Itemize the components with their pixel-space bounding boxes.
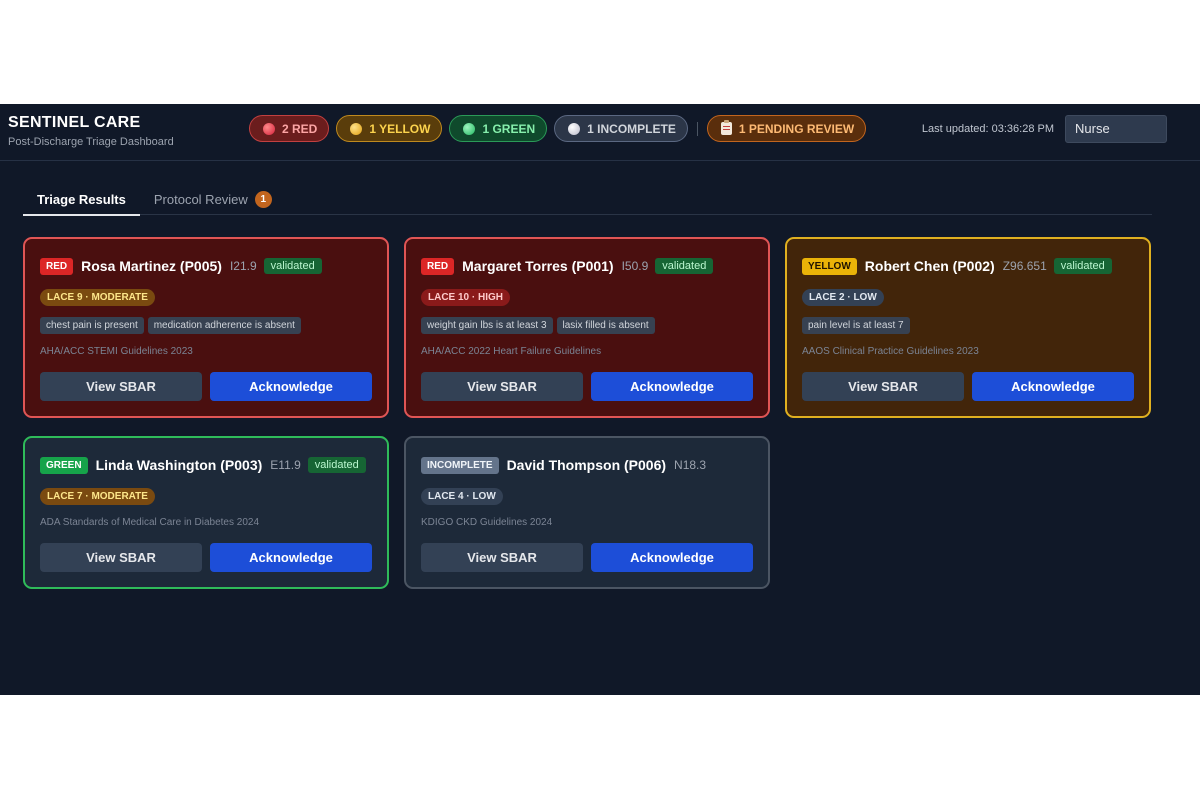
tab-triage-results[interactable]: Triage Results bbox=[23, 184, 140, 216]
flag-tag: chest pain is present bbox=[40, 317, 144, 334]
validation-badge: validated bbox=[307, 457, 366, 473]
patient-name: Margaret Torres (P001) bbox=[462, 258, 614, 274]
tab-bar: Triage Results Protocol Review 1 bbox=[23, 184, 1152, 216]
lace-score-badge: LACE 2 · LOW bbox=[802, 289, 884, 306]
guideline-source: AHA/ACC STEMI Guidelines 2023 bbox=[40, 346, 193, 357]
triage-badge: INCOMPLETE bbox=[421, 456, 499, 474]
diagnosis-code: I21.9 bbox=[229, 259, 257, 273]
diagnosis-code: E11.9 bbox=[270, 458, 301, 472]
view-sbar-button[interactable]: View SBAR bbox=[421, 372, 583, 401]
patient-card: RED Margaret Torres (P001) I50.9 validat… bbox=[404, 237, 770, 418]
lace-score-badge: LACE 7 · MODERATE bbox=[40, 488, 155, 505]
patient-card: RED Rosa Martinez (P005) I21.9 validated… bbox=[23, 237, 389, 418]
patient-card: INCOMPLETE David Thompson (P006) N18.3 L… bbox=[404, 436, 770, 589]
incomplete-count-pill[interactable]: 1 INCOMPLETE bbox=[554, 115, 688, 142]
view-sbar-button[interactable]: View SBAR bbox=[802, 372, 964, 401]
yellow-circle-icon bbox=[350, 122, 363, 135]
green-circle-icon bbox=[463, 122, 476, 135]
view-sbar-button[interactable]: View SBAR bbox=[40, 372, 202, 401]
patient-card: GREEN Linda Washington (P003) E11.9 vali… bbox=[23, 436, 389, 589]
triage-badge: YELLOW bbox=[802, 257, 857, 275]
clipboard-icon bbox=[720, 120, 732, 135]
lace-score-badge: LACE 9 · MODERATE bbox=[40, 289, 155, 306]
pending-review-label: 1 PENDING REVIEW bbox=[738, 121, 855, 136]
flag-list: weight gain lbs is at least 3 lasix fill… bbox=[421, 317, 753, 334]
tab-protocol-review[interactable]: Protocol Review 1 bbox=[140, 184, 286, 215]
patient-card: YELLOW Robert Chen (P002) Z96.651 valida… bbox=[785, 237, 1151, 418]
yellow-count-pill[interactable]: 1 YELLOW bbox=[336, 115, 443, 142]
pending-review-pill[interactable]: 1 PENDING REVIEW bbox=[706, 115, 867, 142]
patient-name: Rosa Martinez (P005) bbox=[81, 258, 222, 274]
white-circle-icon bbox=[568, 122, 581, 135]
diagnosis-code: N18.3 bbox=[674, 458, 707, 472]
triage-badge: GREEN bbox=[40, 456, 88, 474]
review-count-badge: 1 bbox=[254, 191, 272, 208]
patient-name: Robert Chen (P002) bbox=[864, 258, 995, 274]
last-updated: Last updated: 03:36:28 PM bbox=[921, 123, 1054, 135]
guideline-source: KDIGO CKD Guidelines 2024 bbox=[421, 517, 553, 528]
acknowledge-button[interactable]: Acknowledge bbox=[210, 543, 372, 572]
red-count-label: 2 RED bbox=[282, 121, 318, 136]
triage-badge: RED bbox=[421, 257, 455, 275]
tab-label: Protocol Review bbox=[153, 192, 248, 207]
triage-badge: RED bbox=[40, 257, 74, 275]
role-select[interactable]: Nurse bbox=[1065, 115, 1167, 143]
app-title: SENTINEL CARE bbox=[8, 114, 141, 131]
green-count-label: 1 GREEN bbox=[482, 121, 536, 136]
validation-badge: validated bbox=[1053, 258, 1112, 274]
flag-tag: weight gain lbs is at least 3 bbox=[421, 317, 553, 334]
flag-tag: pain level is at least 7 bbox=[802, 317, 910, 334]
guideline-source: AAOS Clinical Practice Guidelines 2023 bbox=[802, 346, 979, 357]
yellow-count-label: 1 YELLOW bbox=[369, 121, 431, 136]
flag-tag: lasix filled is absent bbox=[556, 317, 655, 334]
red-count-pill[interactable]: 2 RED bbox=[249, 115, 330, 142]
guideline-source: ADA Standards of Medical Care in Diabete… bbox=[40, 517, 260, 528]
validation-badge: validated bbox=[263, 258, 322, 274]
lace-score-badge: LACE 4 · LOW bbox=[421, 488, 503, 505]
acknowledge-button[interactable]: Acknowledge bbox=[591, 543, 753, 572]
flag-tag: medication adherence is absent bbox=[147, 317, 301, 334]
guideline-source: AHA/ACC 2022 Heart Failure Guidelines bbox=[421, 346, 602, 357]
diagnosis-code: Z96.651 bbox=[1002, 259, 1047, 273]
flag-list: chest pain is present medication adheren… bbox=[40, 317, 372, 334]
triage-summary: 2 RED 1 YELLOW 1 GREEN 1 INCOMPLETE 1 PE… bbox=[249, 115, 873, 142]
view-sbar-button[interactable]: View SBAR bbox=[421, 543, 583, 572]
app-window: SENTINEL CARE Post-Discharge Triage Dash… bbox=[0, 104, 1200, 695]
acknowledge-button[interactable]: Acknowledge bbox=[591, 372, 753, 401]
pill-divider bbox=[696, 121, 698, 136]
incomplete-count-label: 1 INCOMPLETE bbox=[587, 121, 676, 136]
app-subtitle: Post-Discharge Triage Dashboard bbox=[8, 136, 174, 148]
acknowledge-button[interactable]: Acknowledge bbox=[210, 372, 372, 401]
patient-name: Linda Washington (P003) bbox=[95, 457, 263, 473]
view-sbar-button[interactable]: View SBAR bbox=[40, 543, 202, 572]
diagnosis-code: I50.9 bbox=[621, 259, 649, 273]
acknowledge-button[interactable]: Acknowledge bbox=[972, 372, 1134, 401]
header: SENTINEL CARE Post-Discharge Triage Dash… bbox=[0, 104, 1200, 161]
validation-badge: validated bbox=[655, 258, 714, 274]
flag-list: pain level is at least 7 bbox=[802, 317, 1134, 334]
red-circle-icon bbox=[263, 122, 275, 135]
lace-score-badge: LACE 10 · HIGH bbox=[421, 289, 511, 306]
patient-name: David Thompson (P006) bbox=[506, 457, 667, 473]
tab-label: Triage Results bbox=[37, 192, 126, 207]
green-count-pill[interactable]: 1 GREEN bbox=[449, 115, 548, 142]
